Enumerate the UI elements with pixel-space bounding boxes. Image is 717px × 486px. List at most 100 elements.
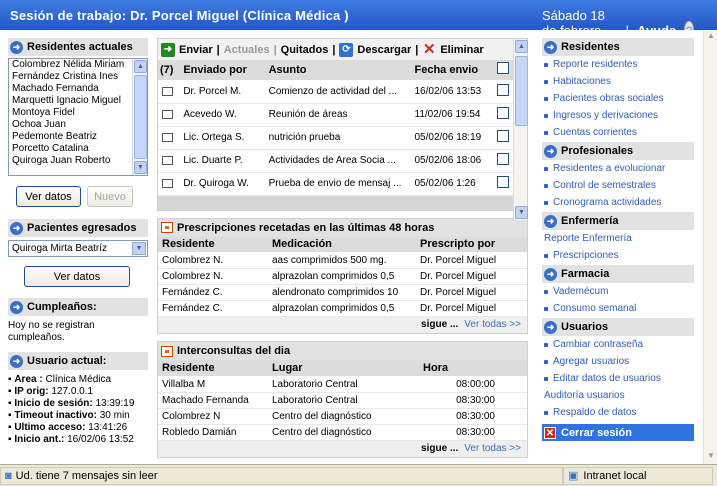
resident-list-item[interactable]: Quiroga Juan Roberto bbox=[9, 155, 147, 167]
menu-link-label[interactable]: Editar datos de usuarios bbox=[553, 373, 661, 384]
menu-link-label[interactable]: Agregar usuarios bbox=[553, 356, 629, 367]
scroll-up-icon[interactable]: ▲ bbox=[705, 30, 717, 42]
resident-list-item[interactable]: Montoya Fidel bbox=[9, 107, 147, 119]
resident-list-item[interactable]: Ochoa Juan bbox=[9, 119, 147, 131]
message-row[interactable]: Dr. Quiroga W. Prueba de envio de mensaj … bbox=[158, 172, 515, 196]
messages-hscrollbar[interactable] bbox=[158, 195, 527, 210]
residents-scrollbar[interactable]: ▲ ▼ bbox=[132, 59, 147, 175]
page-scrollbar[interactable]: ▲ ▼ bbox=[703, 30, 717, 464]
prescriptions-more-link[interactable]: sigue ... bbox=[421, 319, 458, 330]
message-subject[interactable]: Reunión de áreas bbox=[264, 103, 411, 127]
view-discharged-button[interactable]: Ver datos bbox=[24, 266, 130, 287]
menu-link-label[interactable]: Auditoría usuarios bbox=[544, 390, 625, 401]
menu-link[interactable]: Residentes a evolucionar bbox=[542, 160, 694, 177]
scroll-thumb[interactable] bbox=[134, 75, 147, 159]
resident-list-item[interactable]: Colombrez Nélida Miriam bbox=[9, 59, 147, 71]
prescriptions-all-link[interactable]: Ver todas >> bbox=[464, 319, 521, 330]
discharged-select[interactable]: Quiroga Mirta Beatríz ▼ bbox=[8, 240, 148, 257]
menu-link-label[interactable]: Habitaciones bbox=[553, 76, 611, 87]
message-from[interactable]: Dr. Quiroga W. bbox=[179, 172, 265, 196]
menu-link[interactable]: Pacientes obras sociales bbox=[542, 90, 694, 107]
menu-link[interactable]: Habitaciones bbox=[542, 73, 694, 90]
messages-scrollbar[interactable]: ▲ ▼ bbox=[513, 39, 528, 220]
scroll-down-icon[interactable]: ▼ bbox=[515, 206, 528, 219]
message-from[interactable]: Dr. Porcel M. bbox=[179, 80, 265, 104]
message-subject[interactable]: Comienzo de actividad del ... bbox=[264, 80, 411, 104]
scroll-up-icon[interactable]: ▲ bbox=[134, 60, 147, 73]
menu-link[interactable]: Editar datos de usuarios bbox=[542, 370, 694, 387]
menu-link[interactable]: Prescripciones bbox=[542, 247, 694, 264]
message-row[interactable]: Lic. Duarte P. Actividades de Area Socia … bbox=[158, 149, 515, 173]
menu-link-label[interactable]: Residentes a evolucionar bbox=[553, 163, 665, 174]
consults-more-link[interactable]: sigue ... bbox=[421, 443, 458, 454]
col-subject[interactable]: Asunto bbox=[264, 60, 411, 81]
message-from[interactable]: Lic. Ortega S. bbox=[179, 126, 265, 150]
message-row[interactable]: Lic. Ortega S. nutrición prueba 05/02/06 1… bbox=[158, 126, 515, 150]
message-subject[interactable]: Actividades de Area Socia ... bbox=[264, 149, 411, 173]
current-button[interactable]: Actuales bbox=[224, 44, 270, 56]
message-row[interactable]: Dr. Porcel M. Comienzo de actividad del .… bbox=[158, 80, 515, 104]
message-checkbox[interactable] bbox=[497, 84, 510, 96]
scroll-down-icon[interactable]: ▼ bbox=[134, 161, 147, 174]
chevron-down-icon[interactable]: ▼ bbox=[132, 242, 146, 255]
col-from[interactable]: Enviado por bbox=[179, 60, 265, 81]
delete-button[interactable]: Eliminar bbox=[440, 44, 483, 56]
new-resident-button[interactable]: Nuevo bbox=[87, 186, 133, 207]
menu-link[interactable]: Cronograma actividades bbox=[542, 194, 694, 211]
send-icon[interactable]: ➜ bbox=[161, 42, 175, 57]
removed-button[interactable]: Quitados bbox=[281, 44, 329, 56]
scroll-thumb[interactable] bbox=[515, 56, 528, 126]
download-icon[interactable]: ⟳ bbox=[339, 42, 354, 57]
send-button[interactable]: Enviar bbox=[179, 44, 213, 56]
menu-link[interactable]: Cambiar contraseña bbox=[542, 336, 694, 353]
menu-link-label[interactable]: Prescripciones bbox=[553, 250, 619, 261]
message-checkbox[interactable] bbox=[497, 176, 510, 188]
menu-link-label[interactable]: Cambiar contraseña bbox=[553, 339, 643, 350]
menu-link[interactable]: Vademécum bbox=[542, 283, 694, 300]
menu-link[interactable]: Respaldo de datos bbox=[542, 404, 694, 421]
menu-link-label[interactable]: Control de semestrales bbox=[553, 180, 656, 191]
consults-all-link[interactable]: Ver todas >> bbox=[464, 443, 521, 454]
residents-listbox[interactable]: Colombrez Nélida Miriam Fernández Cristin… bbox=[8, 58, 148, 176]
menu-link[interactable]: Cuentas corrientes bbox=[542, 124, 694, 141]
message-from[interactable]: Lic. Duarte P. bbox=[179, 149, 265, 173]
menu-link[interactable]: Ingresos y derivaciones bbox=[542, 107, 694, 124]
menu-link[interactable]: Auditoría usuarios bbox=[542, 387, 694, 404]
menu-link[interactable]: Control de semestrales bbox=[542, 177, 694, 194]
resident-list-item[interactable]: Machado Fernanda bbox=[9, 83, 147, 95]
menu-link-label[interactable]: Pacientes obras sociales bbox=[553, 93, 664, 104]
close-icon[interactable]: ✕ bbox=[544, 426, 556, 439]
download-button[interactable]: Descargar bbox=[357, 44, 411, 56]
menu-link-label[interactable]: Ingresos y derivaciones bbox=[553, 110, 658, 121]
message-row[interactable]: Acevedo W. Reunión de áreas 11/02/06 19:54 bbox=[158, 103, 515, 127]
menu-link-label[interactable]: Consumo semanal bbox=[553, 303, 636, 314]
menu-link-label[interactable]: Cuentas corrientes bbox=[553, 127, 637, 138]
scroll-up-icon[interactable]: ▲ bbox=[515, 40, 528, 53]
menu-link-label[interactable]: Reporte residentes bbox=[553, 59, 638, 70]
menu-link-label[interactable]: Reporte Enfermería bbox=[544, 233, 632, 244]
view-resident-button[interactable]: Ver datos bbox=[16, 186, 81, 207]
select-all-checkbox[interactable] bbox=[497, 62, 510, 75]
scroll-down-icon[interactable]: ▼ bbox=[705, 450, 717, 462]
message-checkbox[interactable] bbox=[497, 107, 510, 119]
message-from[interactable]: Acevedo W. bbox=[179, 103, 265, 127]
resident-list-item[interactable]: Pedemonte Beatriz bbox=[9, 131, 147, 143]
menu-link-label[interactable]: Cronograma actividades bbox=[553, 197, 661, 208]
menu-link[interactable]: Reporte Enfermería bbox=[542, 230, 694, 247]
menu-link[interactable]: Reporte residentes bbox=[542, 56, 694, 73]
delete-icon[interactable]: ✕ bbox=[422, 42, 436, 57]
message-checkbox[interactable] bbox=[497, 130, 510, 142]
message-subject[interactable]: Prueba de envio de mensaj ... bbox=[264, 172, 411, 196]
message-subject[interactable]: nutrición prueba bbox=[264, 126, 411, 150]
menu-link[interactable]: Consumo semanal bbox=[542, 300, 694, 317]
logout-button[interactable]: ✕ Cerrar sesión bbox=[542, 424, 694, 441]
menu-link-label[interactable]: Vademécum bbox=[553, 286, 608, 297]
logout-label[interactable]: Cerrar sesión bbox=[561, 427, 632, 439]
resident-list-item[interactable]: Marquetti Ignacio Miguel bbox=[9, 95, 147, 107]
resident-list-item[interactable]: Fernández Cristina Ines bbox=[9, 71, 147, 83]
menu-link-label[interactable]: Respaldo de datos bbox=[553, 407, 636, 418]
col-date[interactable]: Fecha envio bbox=[410, 60, 488, 81]
resident-list-item[interactable]: Porcetto Catalina bbox=[9, 143, 147, 155]
menu-link[interactable]: Agregar usuarios bbox=[542, 353, 694, 370]
message-checkbox[interactable] bbox=[497, 153, 510, 165]
